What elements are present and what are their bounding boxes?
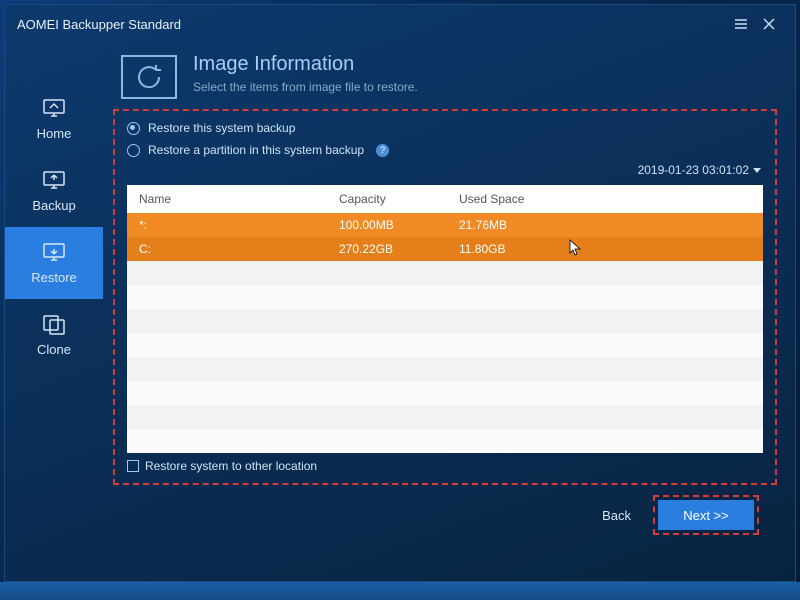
th-used: Used Space bbox=[447, 192, 763, 206]
sidebar-item-backup[interactable]: Backup bbox=[5, 155, 103, 227]
chevron-down-icon bbox=[753, 168, 761, 173]
timestamp-dropdown[interactable]: 2019-01-23 03:01:02 bbox=[638, 163, 761, 177]
menu-button[interactable] bbox=[727, 10, 755, 38]
cell-name: C: bbox=[127, 242, 327, 256]
th-name: Name bbox=[127, 192, 327, 206]
close-button[interactable] bbox=[755, 10, 783, 38]
cell-name: *: bbox=[127, 218, 327, 232]
partition-table: Name Capacity Used Space *: 100.00MB 21.… bbox=[127, 185, 763, 453]
next-button[interactable]: Next >> bbox=[658, 500, 754, 530]
cell-capacity: 100.00MB bbox=[327, 218, 447, 232]
empty-row bbox=[127, 261, 763, 285]
table-row[interactable]: *: 100.00MB 21.76MB bbox=[127, 213, 763, 237]
empty-row bbox=[127, 333, 763, 357]
empty-row bbox=[127, 357, 763, 381]
table-header: Name Capacity Used Space bbox=[127, 185, 763, 213]
checkbox-label: Restore system to other location bbox=[145, 459, 317, 473]
sidebar-label-restore: Restore bbox=[31, 270, 77, 285]
page-title: Image Information bbox=[193, 53, 418, 76]
monitor-restore-icon bbox=[41, 242, 67, 264]
sidebar-label-backup: Backup bbox=[32, 198, 75, 213]
main-panel: Image Information Select the items from … bbox=[103, 43, 795, 581]
radio-icon bbox=[127, 144, 140, 157]
empty-row bbox=[127, 429, 763, 453]
clone-icon bbox=[41, 314, 67, 336]
page-subtitle: Select the items from image file to rest… bbox=[193, 80, 418, 94]
checkbox-icon bbox=[127, 460, 139, 472]
option-restore-partition[interactable]: Restore a partition in this system backu… bbox=[127, 143, 763, 157]
cell-capacity: 270.22GB bbox=[327, 242, 447, 256]
cell-used: 21.76MB bbox=[447, 218, 763, 232]
titlebar: AOMEI Backupper Standard bbox=[5, 5, 795, 43]
next-highlight: Next >> bbox=[653, 495, 759, 535]
restore-arrow-icon bbox=[136, 64, 162, 90]
sidebar-item-home[interactable]: Home bbox=[5, 83, 103, 155]
highlight-region: Restore this system backup Restore a par… bbox=[113, 109, 777, 485]
table-row[interactable]: C: 270.22GB 11.80GB bbox=[127, 237, 763, 261]
sidebar-item-restore[interactable]: Restore bbox=[5, 227, 103, 299]
help-icon[interactable]: ? bbox=[376, 144, 389, 157]
os-taskbar bbox=[0, 582, 800, 600]
th-capacity: Capacity bbox=[327, 192, 447, 206]
sidebar-label-clone: Clone bbox=[37, 342, 71, 357]
cell-used: 11.80GB bbox=[447, 242, 763, 256]
radio-icon bbox=[127, 122, 140, 135]
page-header: Image Information Select the items from … bbox=[113, 53, 777, 99]
page-icon bbox=[121, 55, 177, 99]
app-window: AOMEI Backupper Standard Home Backup Res… bbox=[4, 4, 796, 582]
sidebar-item-clone[interactable]: Clone bbox=[5, 299, 103, 371]
option-restore-system[interactable]: Restore this system backup bbox=[127, 121, 763, 135]
empty-row bbox=[127, 405, 763, 429]
restore-other-location-checkbox[interactable]: Restore system to other location bbox=[127, 459, 763, 473]
back-button[interactable]: Back bbox=[592, 500, 641, 531]
sidebar: Home Backup Restore Clone bbox=[5, 43, 103, 581]
window-title: AOMEI Backupper Standard bbox=[17, 17, 181, 32]
sidebar-label-home: Home bbox=[37, 126, 72, 141]
option-label: Restore a partition in this system backu… bbox=[148, 143, 364, 157]
option-label: Restore this system backup bbox=[148, 121, 295, 135]
empty-row bbox=[127, 309, 763, 333]
timestamp-label: 2019-01-23 03:01:02 bbox=[638, 163, 749, 177]
monitor-backup-icon bbox=[41, 170, 67, 192]
empty-row bbox=[127, 285, 763, 309]
monitor-home-icon bbox=[41, 98, 67, 120]
footer: Back Next >> bbox=[113, 485, 777, 539]
empty-row bbox=[127, 381, 763, 405]
